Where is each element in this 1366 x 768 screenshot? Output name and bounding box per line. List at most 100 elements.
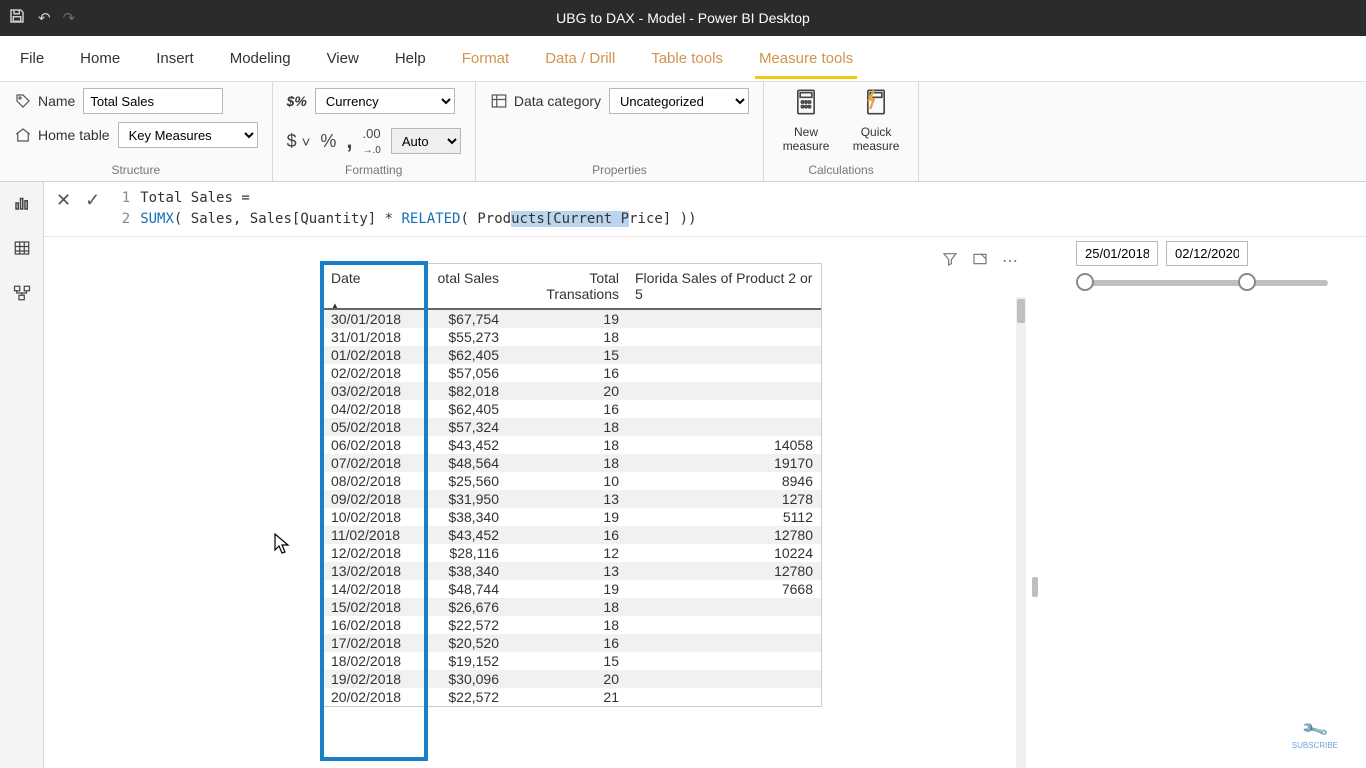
slicer-from-date[interactable] bbox=[1076, 241, 1158, 266]
menu-insert[interactable]: Insert bbox=[152, 38, 198, 79]
format-select[interactable]: Currency bbox=[315, 88, 455, 114]
view-switcher bbox=[0, 182, 44, 768]
col-header-total-sales[interactable]: otal Sales bbox=[417, 264, 507, 308]
table-row[interactable]: 07/02/2018$48,5641819170 bbox=[323, 454, 821, 472]
decimal-places-select[interactable]: Auto bbox=[391, 128, 461, 154]
table-row[interactable]: 11/02/2018$43,4521612780 bbox=[323, 526, 821, 544]
menu-data-drill[interactable]: Data / Drill bbox=[541, 38, 619, 79]
table-row[interactable]: 04/02/2018$62,40516 bbox=[323, 400, 821, 418]
redo-icon[interactable]: ↷ bbox=[63, 9, 76, 27]
cell-florida-sales bbox=[627, 418, 821, 436]
cell-total-transactions: 19 bbox=[507, 508, 627, 526]
slicer-handle-right[interactable] bbox=[1238, 273, 1256, 291]
table-row[interactable]: 31/01/2018$55,27318 bbox=[323, 328, 821, 346]
cell-date: 07/02/2018 bbox=[323, 454, 417, 472]
visual-header: ⋯ bbox=[942, 251, 1018, 272]
table-row[interactable]: 05/02/2018$57,32418 bbox=[323, 418, 821, 436]
col-header-date[interactable]: Date bbox=[323, 264, 417, 308]
table-row[interactable]: 30/01/2018$67,75419 bbox=[323, 310, 821, 328]
cancel-formula-icon[interactable]: ✕ bbox=[56, 190, 71, 211]
table-row[interactable]: 02/02/2018$57,05616 bbox=[323, 364, 821, 382]
slicer-handle-left[interactable] bbox=[1076, 273, 1094, 291]
table-row[interactable]: 13/02/2018$38,3401312780 bbox=[323, 562, 821, 580]
cell-date: 09/02/2018 bbox=[323, 490, 417, 508]
comma-button[interactable]: , bbox=[346, 128, 352, 154]
cell-total-transactions: 16 bbox=[507, 364, 627, 382]
commit-formula-icon[interactable]: ✓ bbox=[85, 190, 100, 211]
report-canvas[interactable]: ⋯ Date otal Sales Total Transations Flor… bbox=[44, 237, 1366, 768]
cell-florida-sales: 12780 bbox=[627, 562, 821, 580]
new-measure-button[interactable]: New measure bbox=[778, 88, 834, 154]
home-table-select[interactable]: Key Measures bbox=[118, 122, 258, 148]
save-icon[interactable] bbox=[8, 7, 26, 29]
table-row[interactable]: 12/02/2018$28,1161210224 bbox=[323, 544, 821, 562]
cell-date: 16/02/2018 bbox=[323, 616, 417, 634]
home-table-label: Home table bbox=[14, 126, 110, 144]
menu-table-tools[interactable]: Table tools bbox=[647, 38, 727, 79]
table-row[interactable]: 03/02/2018$82,01820 bbox=[323, 382, 821, 400]
cell-total-sales: $43,452 bbox=[417, 436, 507, 454]
table-row[interactable]: 16/02/2018$22,57218 bbox=[323, 616, 821, 634]
menu-format[interactable]: Format bbox=[458, 38, 514, 79]
menu-measure-tools[interactable]: Measure tools bbox=[755, 38, 857, 79]
slicer-track[interactable] bbox=[1084, 280, 1328, 286]
table-row[interactable]: 06/02/2018$43,4521814058 bbox=[323, 436, 821, 454]
table-row[interactable]: 08/02/2018$25,560108946 bbox=[323, 472, 821, 490]
menu-file[interactable]: File bbox=[16, 38, 48, 79]
table-row[interactable]: 17/02/2018$20,52016 bbox=[323, 634, 821, 652]
table-row[interactable]: 20/02/2018$22,57221 bbox=[323, 688, 821, 706]
ribbon: Name Home table Key Measures Structure $… bbox=[0, 82, 1366, 182]
currency-button[interactable]: $ ˅ bbox=[287, 131, 311, 152]
report-view-icon[interactable] bbox=[13, 194, 31, 217]
menu-modeling[interactable]: Modeling bbox=[226, 38, 295, 79]
dax-editor[interactable]: 1Total Sales = 2SUMX( Sales, Sales[Quant… bbox=[114, 188, 696, 230]
canvas-scrollbar[interactable] bbox=[1032, 297, 1040, 768]
name-label: Name bbox=[14, 92, 75, 110]
col-header-total-transactions[interactable]: Total Transations bbox=[507, 264, 627, 308]
menu-help[interactable]: Help bbox=[391, 38, 430, 79]
cell-total-sales: $55,273 bbox=[417, 328, 507, 346]
cell-total-sales: $38,340 bbox=[417, 508, 507, 526]
visual-scrollbar[interactable] bbox=[1016, 297, 1026, 768]
formula-bar[interactable]: ✕ ✓ 1Total Sales = 2SUMX( Sales, Sales[Q… bbox=[44, 182, 1366, 237]
cell-date: 10/02/2018 bbox=[323, 508, 417, 526]
data-category-label: Data category bbox=[490, 92, 601, 110]
more-options-icon[interactable]: ⋯ bbox=[1002, 251, 1018, 272]
cell-date: 01/02/2018 bbox=[323, 346, 417, 364]
cell-total-transactions: 13 bbox=[507, 490, 627, 508]
table-visual[interactable]: Date otal Sales Total Transations Florid… bbox=[322, 263, 822, 707]
undo-icon[interactable]: ↶ bbox=[38, 9, 51, 27]
cell-florida-sales: 1278 bbox=[627, 490, 821, 508]
data-category-select[interactable]: Uncategorized bbox=[609, 88, 749, 114]
date-slicer[interactable] bbox=[1076, 241, 1336, 286]
cell-total-transactions: 18 bbox=[507, 616, 627, 634]
filter-icon[interactable] bbox=[942, 251, 958, 272]
table-row[interactable]: 19/02/2018$30,09620 bbox=[323, 670, 821, 688]
cell-total-sales: $62,405 bbox=[417, 400, 507, 418]
cell-total-sales: $26,676 bbox=[417, 598, 507, 616]
focus-mode-icon[interactable] bbox=[972, 251, 988, 272]
table-row[interactable]: 14/02/2018$48,744197668 bbox=[323, 580, 821, 598]
table-row[interactable]: 01/02/2018$62,40515 bbox=[323, 346, 821, 364]
cell-florida-sales bbox=[627, 346, 821, 364]
cell-florida-sales bbox=[627, 688, 821, 706]
menu-home[interactable]: Home bbox=[76, 38, 124, 79]
decimal-button[interactable]: .00→.0 bbox=[363, 126, 381, 156]
col-header-florida-sales[interactable]: Florida Sales of Product 2 or 5 bbox=[627, 264, 821, 308]
group-label-formatting: Formatting bbox=[287, 159, 461, 179]
cell-total-transactions: 16 bbox=[507, 400, 627, 418]
table-row[interactable]: 15/02/2018$26,67618 bbox=[323, 598, 821, 616]
measure-name-input[interactable] bbox=[83, 88, 223, 114]
table-row[interactable]: 09/02/2018$31,950131278 bbox=[323, 490, 821, 508]
window-title: UBG to DAX - Model - Power BI Desktop bbox=[556, 10, 810, 26]
table-row[interactable]: 18/02/2018$19,15215 bbox=[323, 652, 821, 670]
data-view-icon[interactable] bbox=[13, 239, 31, 262]
cell-total-sales: $57,056 bbox=[417, 364, 507, 382]
quick-measure-button[interactable]: Quick measure bbox=[848, 88, 904, 154]
calculator-icon bbox=[792, 88, 820, 123]
model-view-icon[interactable] bbox=[13, 284, 31, 307]
slicer-to-date[interactable] bbox=[1166, 241, 1248, 266]
menu-view[interactable]: View bbox=[323, 38, 363, 79]
table-row[interactable]: 10/02/2018$38,340195112 bbox=[323, 508, 821, 526]
percent-button[interactable]: % bbox=[320, 131, 336, 152]
